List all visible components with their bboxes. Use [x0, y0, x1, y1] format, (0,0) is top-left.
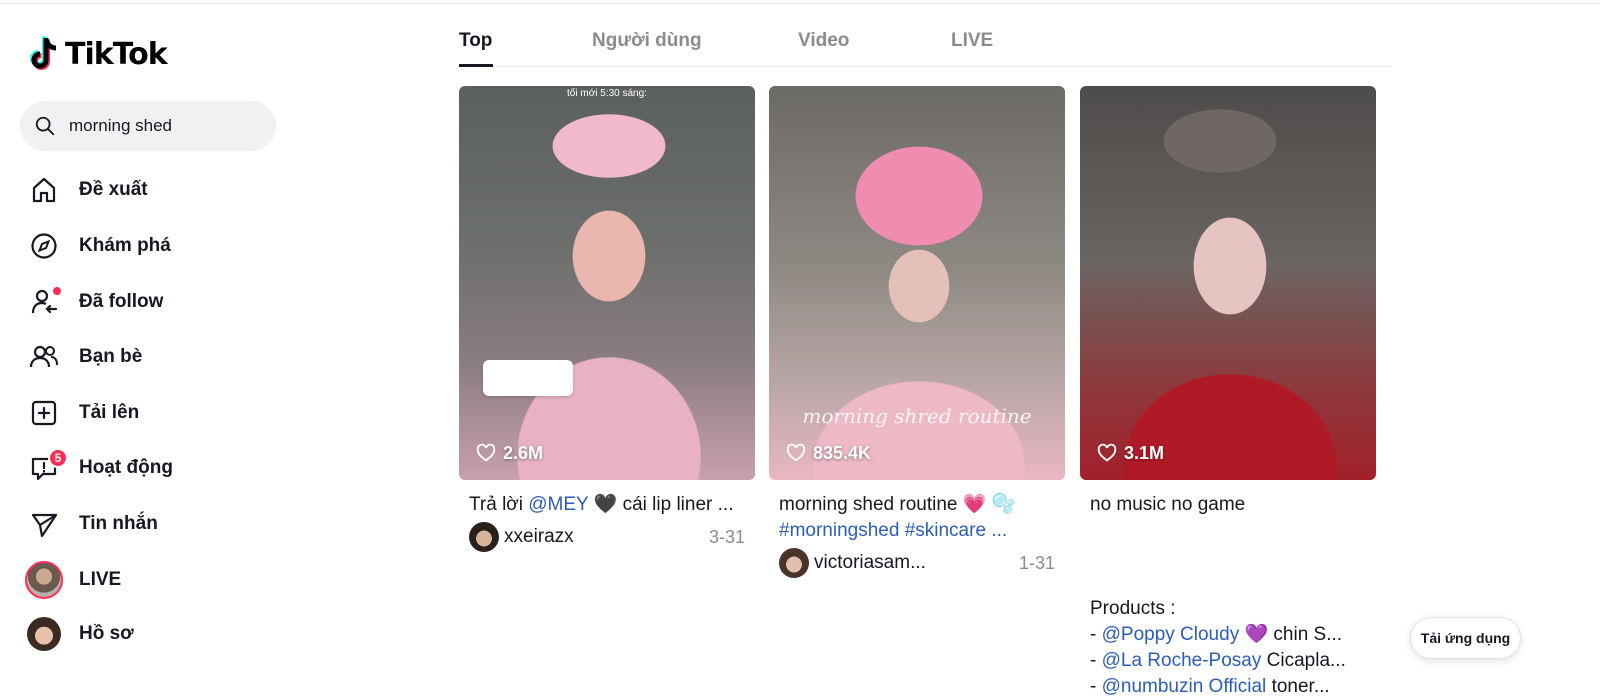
- compass-icon: [24, 226, 64, 266]
- sidebar-item-messages[interactable]: Tin nhắn: [24, 504, 284, 544]
- search-icon: [35, 116, 55, 136]
- video-hashtags[interactable]: #morningshed #skincare ...: [769, 518, 1065, 544]
- tab-video[interactable]: Video: [798, 30, 849, 52]
- product-line: - @La Roche-Posay Cicapla...: [1090, 648, 1370, 674]
- heart-icon: [1097, 443, 1117, 462]
- product-rest: Cicapla...: [1261, 650, 1346, 671]
- activity-icon: 5: [24, 448, 68, 488]
- tab-top[interactable]: Top: [459, 30, 492, 52]
- author-name[interactable]: victoriasam...: [814, 552, 1019, 574]
- author-row[interactable]: victoriasam... 1-31: [769, 548, 1065, 578]
- products-heading: Products :: [1090, 598, 1176, 619]
- video-card[interactable]: tối mới 5:30 sáng: 2.6M Trả lời @MEY 🖤 c…: [459, 86, 755, 552]
- like-count: 835.4K: [785, 442, 871, 464]
- post-date: 1-31: [1018, 552, 1055, 573]
- logo-text: TikTok: [65, 36, 168, 72]
- product-line: - @Poppy Cloudy 💜 chin S...: [1090, 622, 1370, 648]
- caption-mention[interactable]: @MEY: [528, 494, 588, 515]
- messages-icon: [24, 504, 64, 544]
- profile-avatar-wrap: [24, 614, 64, 654]
- like-count-value: 3.1M: [1124, 442, 1165, 463]
- sidebar-item-friends[interactable]: Bạn bè: [24, 337, 284, 377]
- product-prefix: -: [1090, 676, 1102, 697]
- video-caption[interactable]: Trả lời @MEY 🖤 cái lip liner ...: [459, 492, 755, 518]
- tiktok-logo[interactable]: TikTok: [30, 36, 168, 72]
- sidebar-item-for-you[interactable]: Đề xuất: [24, 170, 284, 210]
- sidebar-item-label: Đã follow: [79, 291, 164, 312]
- caption-rest: 🖤 cái lip liner ...: [588, 494, 734, 515]
- video-overlay-text: tối mới 5:30 sáng:: [567, 88, 647, 99]
- product-line: - @numbuzin Official toner...: [1090, 674, 1370, 697]
- product-mention[interactable]: @numbuzin Official: [1102, 676, 1267, 697]
- search-tabs: Top Người dùng Video LIVE: [459, 24, 1392, 67]
- sidebar-item-label: Khám phá: [79, 235, 171, 256]
- home-icon: [24, 170, 64, 210]
- reply-comment-sticker: [483, 360, 573, 396]
- author-avatar[interactable]: [779, 548, 809, 578]
- sidebar-item-upload[interactable]: Tải lên: [24, 393, 284, 433]
- upload-icon: [24, 393, 64, 433]
- search-input[interactable]: morning shed: [20, 101, 276, 151]
- video-description[interactable]: Products : - @Poppy Cloudy 💜 chin S... -…: [1090, 596, 1370, 697]
- sidebar-item-label: Tin nhắn: [79, 513, 158, 534]
- video-overlay-text: morning shred routine: [802, 404, 1032, 428]
- product-prefix: -: [1090, 624, 1102, 645]
- product-mention[interactable]: @Poppy Cloudy: [1102, 624, 1240, 645]
- sidebar-item-activity[interactable]: 5 Hoạt động: [24, 448, 284, 488]
- sidebar-item-label: Hồ sơ: [79, 623, 134, 644]
- active-tab-indicator: [459, 64, 493, 67]
- sidebar-item-profile[interactable]: Hồ sơ: [24, 614, 284, 654]
- like-count-value: 835.4K: [813, 442, 872, 463]
- tab-live[interactable]: LIVE: [951, 30, 993, 52]
- sidebar-item-following[interactable]: Đã follow: [24, 282, 284, 322]
- sidebar: TikTok morning shed Đề xuất Khám phá Đã …: [0, 0, 300, 697]
- video-card[interactable]: 3.1M no music no game: [1080, 86, 1376, 518]
- video-card[interactable]: morning shred routine 835.4K morning she…: [769, 86, 1065, 578]
- notification-dot: [53, 287, 61, 295]
- product-rest: 💜 chin S...: [1239, 624, 1343, 645]
- post-date: 3-31: [708, 526, 745, 547]
- following-icon: [24, 282, 64, 322]
- sidebar-item-label: Bạn bè: [79, 346, 143, 367]
- tab-users[interactable]: Người dùng: [592, 30, 702, 52]
- live-avatar: [25, 561, 63, 599]
- video-thumbnail[interactable]: 3.1M: [1080, 86, 1376, 480]
- sidebar-item-label: Đề xuất: [79, 179, 148, 200]
- like-count-value: 2.6M: [503, 442, 544, 463]
- author-row[interactable]: xxeirazx 3-31: [459, 522, 755, 552]
- product-rest: toner...: [1266, 676, 1330, 697]
- activity-badge: 5: [48, 448, 68, 468]
- sidebar-item-label: LIVE: [79, 569, 122, 590]
- product-prefix: -: [1090, 650, 1102, 671]
- like-count: 3.1M: [1096, 442, 1164, 464]
- caption-hashtags[interactable]: #morningshed #skincare ...: [779, 520, 1007, 541]
- video-caption[interactable]: no music no game: [1080, 492, 1376, 518]
- tiktok-note-icon: [30, 36, 57, 70]
- author-name[interactable]: xxeirazx: [504, 526, 709, 548]
- like-count: 2.6M: [475, 442, 543, 464]
- product-mention[interactable]: @La Roche-Posay: [1102, 650, 1262, 671]
- video-thumbnail[interactable]: tối mới 5:30 sáng: 2.6M: [459, 86, 755, 480]
- caption-prefix: Trả lời: [469, 494, 529, 515]
- sidebar-item-label: Tải lên: [79, 402, 140, 423]
- live-avatar-wrap: [24, 560, 64, 600]
- profile-avatar: [27, 617, 61, 651]
- heart-icon: [476, 443, 496, 462]
- heart-icon: [786, 443, 806, 462]
- friends-icon: [24, 337, 64, 377]
- author-avatar[interactable]: [469, 522, 499, 552]
- video-caption[interactable]: morning shed routine 💗 🫧: [769, 492, 1065, 518]
- download-app-button[interactable]: Tải ứng dụng: [1410, 617, 1521, 659]
- sidebar-item-explore[interactable]: Khám phá: [24, 226, 284, 266]
- sidebar-item-label: Hoạt động: [79, 457, 173, 478]
- search-query[interactable]: morning shed: [69, 116, 172, 136]
- video-thumbnail[interactable]: morning shred routine 835.4K: [769, 86, 1065, 480]
- sidebar-item-live[interactable]: LIVE: [24, 560, 284, 600]
